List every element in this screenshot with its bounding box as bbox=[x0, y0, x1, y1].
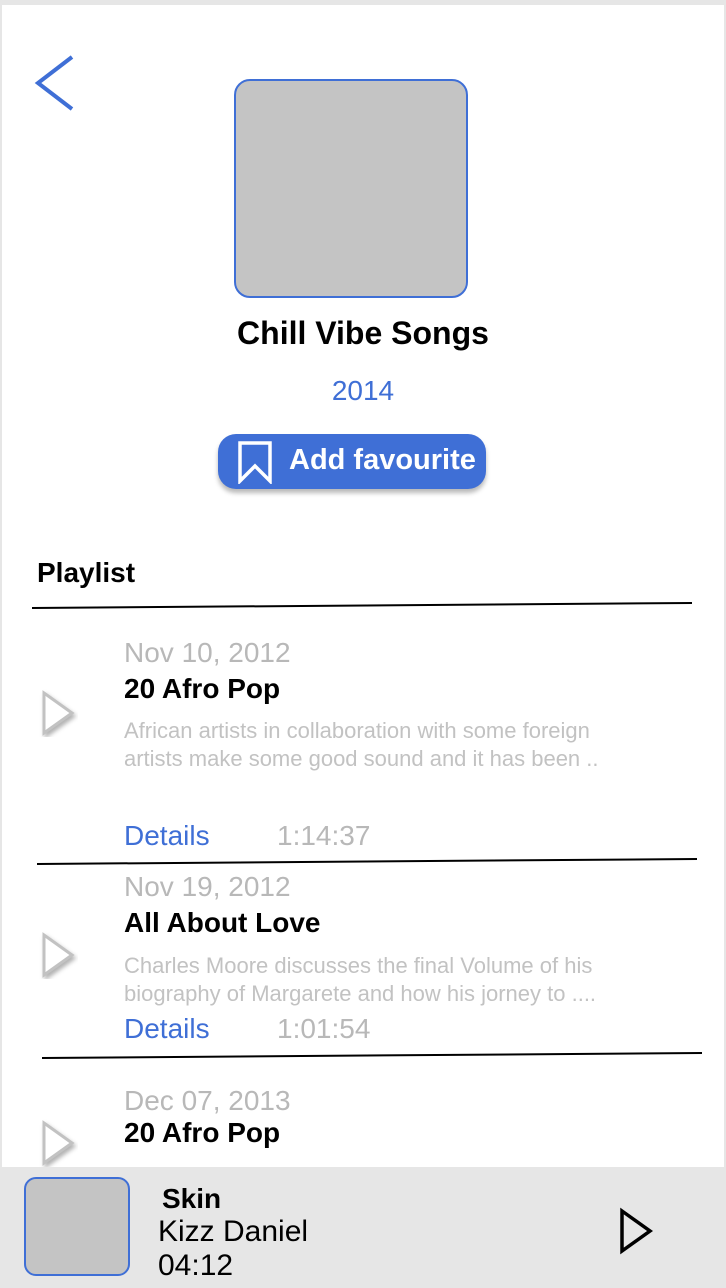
add-favourite-button[interactable]: Add favourite bbox=[218, 434, 486, 489]
playlist-heading-divider bbox=[31, 602, 693, 609]
item-description: African artists in collaboration with so… bbox=[124, 717, 684, 773]
play-icon[interactable] bbox=[38, 1119, 78, 1167]
now-playing-bar[interactable]: Skin Kizz Daniel 04:12 bbox=[2, 1167, 724, 1288]
now-playing-title: Skin bbox=[162, 1183, 222, 1214]
play-icon[interactable] bbox=[38, 931, 78, 979]
album-title: Chill Vibe Songs bbox=[237, 315, 489, 351]
back-chevron-icon[interactable] bbox=[30, 51, 82, 115]
now-playing-artist: Kizz Daniel bbox=[158, 1215, 309, 1248]
album-screen: Chill Vibe Songs 2014 Add favourite Play… bbox=[2, 5, 724, 1288]
item-description-line: artists make some good sound and it has … bbox=[124, 746, 599, 771]
now-playing-time: 04:12 bbox=[158, 1249, 234, 1282]
item-date: Nov 19, 2012 bbox=[124, 871, 291, 902]
playlist-heading: Playlist bbox=[37, 557, 136, 588]
item-date: Nov 10, 2012 bbox=[124, 637, 291, 668]
bookmark-icon bbox=[238, 441, 272, 484]
album-year: 2014 bbox=[331, 375, 395, 406]
item-description: Charles Moore discusses the final Volume… bbox=[124, 952, 684, 1008]
item-description-line: African artists in collaboration with so… bbox=[124, 718, 590, 743]
item-divider bbox=[41, 1052, 703, 1059]
item-title: All About Love bbox=[124, 907, 321, 938]
item-description-line: Charles Moore discusses the final Volume… bbox=[124, 953, 593, 978]
details-link[interactable]: Details bbox=[124, 820, 210, 852]
play-icon[interactable] bbox=[616, 1207, 656, 1255]
play-icon[interactable] bbox=[38, 689, 78, 737]
details-link[interactable]: Details bbox=[124, 1013, 210, 1045]
album-cover bbox=[234, 79, 468, 298]
item-description-line: biography of Margarete and how his jorne… bbox=[124, 981, 597, 1006]
item-title: 20 Afro Pop bbox=[124, 673, 281, 704]
item-title: 20 Afro Pop bbox=[124, 1117, 281, 1148]
item-duration: 1:14:37 bbox=[277, 820, 371, 851]
item-divider bbox=[36, 858, 698, 865]
now-playing-thumbnail bbox=[24, 1177, 130, 1276]
item-duration: 1:01:54 bbox=[277, 1013, 371, 1044]
add-favourite-label: Add favourite bbox=[289, 444, 476, 476]
item-date: Dec 07, 2013 bbox=[124, 1085, 291, 1116]
